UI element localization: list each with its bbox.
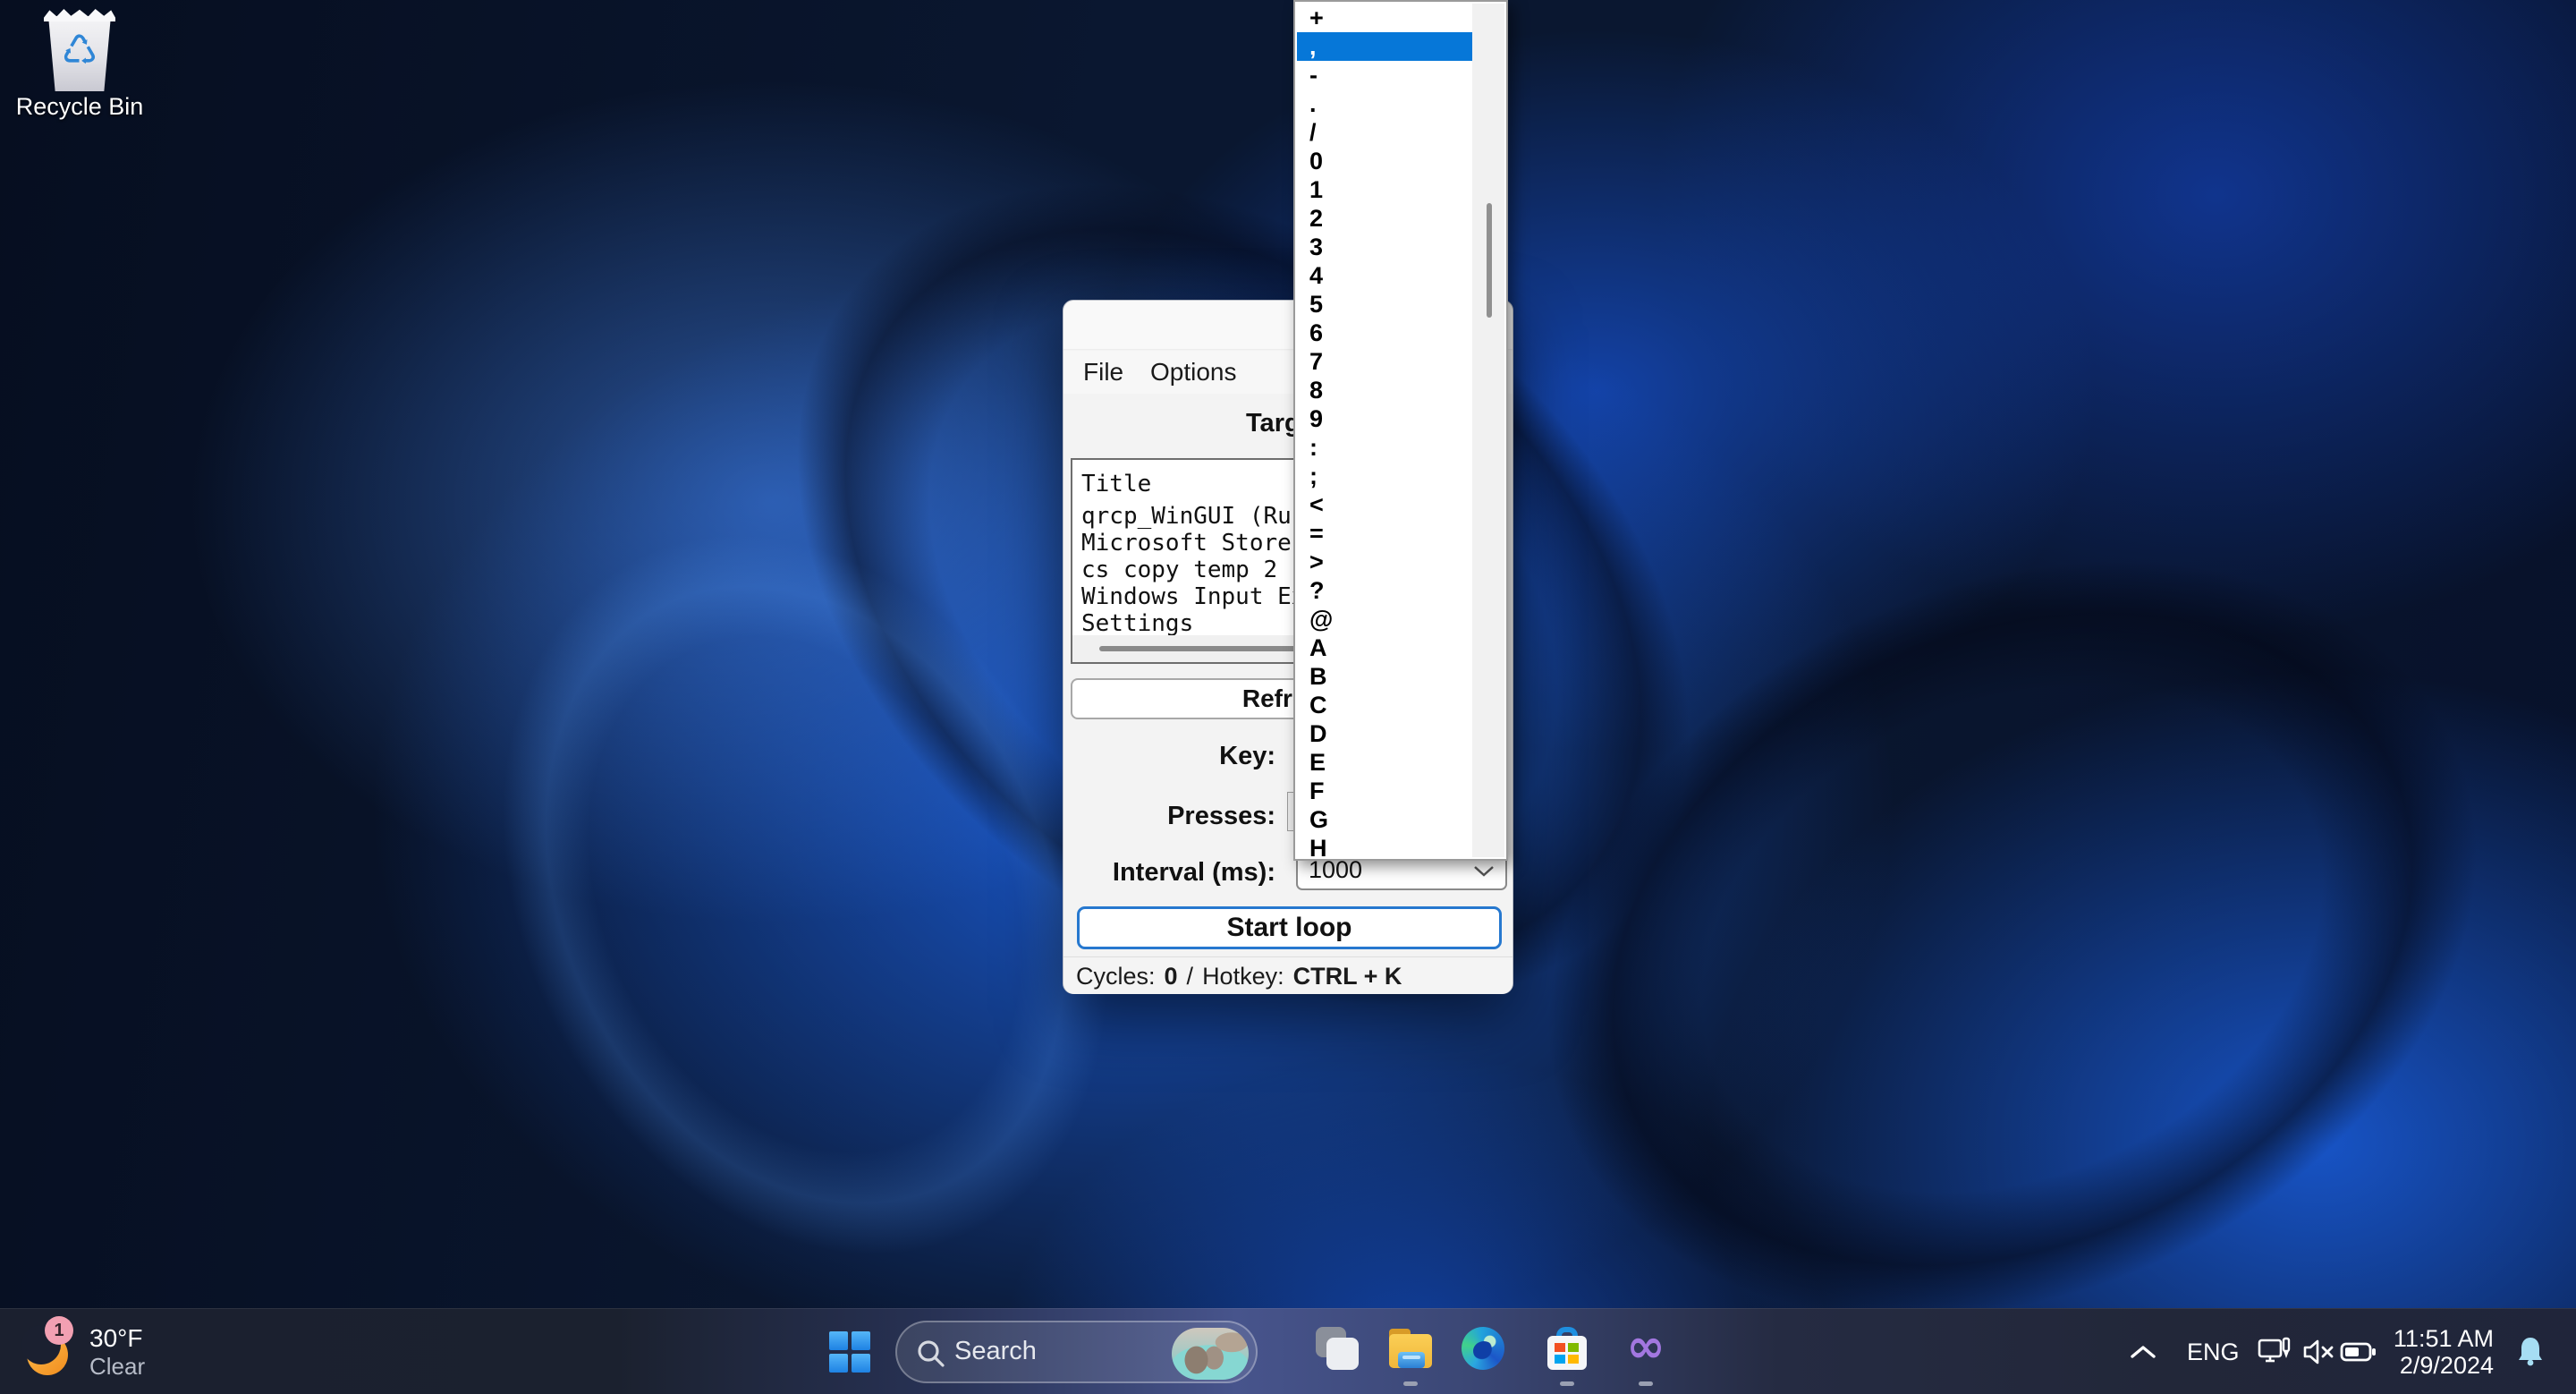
window-list-header: Title (1081, 471, 1151, 497)
cycles-label: Cycles: (1076, 963, 1156, 990)
start-button[interactable] (829, 1331, 870, 1373)
search-icon (915, 1338, 947, 1370)
tray-overflow-button[interactable] (2130, 1309, 2157, 1394)
dropdown-item[interactable]: 8 (1297, 376, 1474, 404)
battery-icon (2340, 1340, 2377, 1364)
bing-daily-image[interactable] (1172, 1328, 1249, 1380)
task-view-button[interactable] (1314, 1325, 1360, 1372)
dropdown-item[interactable]: F (1297, 777, 1474, 805)
battery-button[interactable] (2340, 1309, 2377, 1394)
dropdown-item[interactable]: 0 (1297, 147, 1474, 175)
key-label: Key: (1063, 742, 1275, 771)
dropdown-item[interactable]: > (1297, 548, 1474, 576)
hotkey-value: CTRL + K (1293, 963, 1402, 990)
dropdown-item[interactable]: A (1297, 633, 1474, 662)
vertical-scrollbar-thumb[interactable] (1487, 203, 1492, 318)
weather-widget[interactable]: 1 30°F Clear (23, 1309, 145, 1394)
clear-night-icon: 1 (23, 1327, 73, 1377)
recycle-bin-shortcut[interactable]: ♺ Recycle Bin (13, 9, 147, 121)
edge-button[interactable] (1460, 1325, 1506, 1372)
windows-logo-icon (829, 1331, 848, 1350)
dropdown-item[interactable]: : (1297, 433, 1474, 462)
dropdown-item[interactable]: < (1297, 490, 1474, 519)
microsoft-store-button[interactable] (1544, 1325, 1590, 1372)
dropdown-item[interactable]: @ (1297, 605, 1474, 633)
dropdown-item[interactable]: 6 (1297, 319, 1474, 347)
volume-muted-icon (2301, 1338, 2337, 1366)
menu-file[interactable]: File (1076, 351, 1131, 394)
cycles-value: 0 (1165, 963, 1178, 990)
recycle-bin-icon: ♺ (44, 9, 115, 91)
visual-studio-button[interactable]: ∞ (1623, 1325, 1669, 1372)
dropdown-item[interactable]: - (1297, 61, 1474, 89)
dropdown-item[interactable]: G (1297, 805, 1474, 834)
interval-label: Interval (ms): (1063, 858, 1275, 888)
recycle-bin-label: Recycle Bin (13, 93, 147, 121)
running-indicator (1403, 1381, 1418, 1386)
display-pen-icon (2258, 1337, 2293, 1367)
dropdown-item[interactable]: + (1297, 4, 1474, 32)
pen-display-button[interactable] (2258, 1309, 2293, 1394)
taskbar: 1 30°F Clear Search (0, 1308, 2576, 1394)
dropdown-item[interactable]: E (1297, 748, 1474, 777)
weather-condition: Clear (89, 1353, 145, 1381)
status-separator: / (1187, 963, 1194, 990)
language-indicator[interactable]: ENG (2187, 1309, 2240, 1394)
recycle-symbol-icon: ♺ (44, 21, 115, 79)
dropdown-item[interactable]: / (1297, 118, 1474, 147)
search-placeholder: Search (954, 1337, 1037, 1366)
menu-options[interactable]: Options (1143, 351, 1244, 394)
running-indicator (1639, 1381, 1653, 1386)
dropdown-item[interactable]: 3 (1297, 233, 1474, 261)
clock[interactable]: 11:51 AM 2/9/2024 (2394, 1309, 2494, 1394)
dropdown-item[interactable]: 9 (1297, 404, 1474, 433)
running-indicator (1560, 1381, 1574, 1386)
hotkey-label: Hotkey: (1202, 963, 1284, 990)
dropdown-item-selected[interactable]: , (1297, 32, 1474, 61)
dropdown-item[interactable]: H (1297, 834, 1474, 863)
dropdown-item[interactable]: D (1297, 719, 1474, 748)
dropdown-item[interactable]: 7 (1297, 347, 1474, 376)
list-item[interactable]: cs copy temp 2 (1081, 557, 1277, 583)
tray-time: 11:51 AM (2394, 1325, 2494, 1352)
dropdown-item[interactable]: 4 (1297, 261, 1474, 290)
key-dropdown-list: + , - . / 0 1 2 3 4 5 6 7 8 9 : ; < = > … (1293, 0, 1508, 861)
dropdown-item[interactable]: ; (1297, 462, 1474, 490)
dropdown-item[interactable]: . (1297, 89, 1474, 118)
dropdown-item[interactable]: 1 (1297, 175, 1474, 204)
vertical-scrollbar[interactable] (1472, 4, 1504, 857)
dropdown-item[interactable]: 5 (1297, 290, 1474, 319)
bell-icon (2515, 1335, 2546, 1369)
visual-studio-icon: ∞ (1623, 1320, 1669, 1373)
dropdown-item[interactable]: = (1297, 519, 1474, 548)
dropdown-item[interactable]: B (1297, 662, 1474, 691)
list-item[interactable]: Microsoft Store (1081, 530, 1292, 557)
dropdown-item[interactable]: 2 (1297, 204, 1474, 233)
file-explorer-button[interactable] (1387, 1325, 1434, 1372)
notification-badge: 1 (45, 1316, 73, 1345)
search-box[interactable]: Search (895, 1321, 1258, 1383)
dropdown-item[interactable]: C (1297, 691, 1474, 719)
start-loop-button[interactable]: Start loop (1077, 906, 1502, 949)
weather-temperature: 30°F (89, 1324, 145, 1353)
desktop: ♺ Recycle Bin File Options Target window… (0, 0, 2576, 1394)
tray-date: 2/9/2024 (2394, 1352, 2494, 1379)
dropdown-item[interactable]: ? (1297, 576, 1474, 605)
status-bar: Cycles: 0 / Hotkey: CTRL + K (1063, 956, 1513, 994)
list-item[interactable]: Settings (1081, 610, 1193, 637)
microsoft-edge-icon (1462, 1327, 1504, 1370)
presses-label: Presses: (1063, 802, 1275, 831)
chevron-up-icon (2130, 1344, 2157, 1360)
notification-center-button[interactable] (2515, 1309, 2546, 1394)
chevron-down-icon (1473, 865, 1495, 878)
volume-button[interactable] (2301, 1309, 2337, 1394)
